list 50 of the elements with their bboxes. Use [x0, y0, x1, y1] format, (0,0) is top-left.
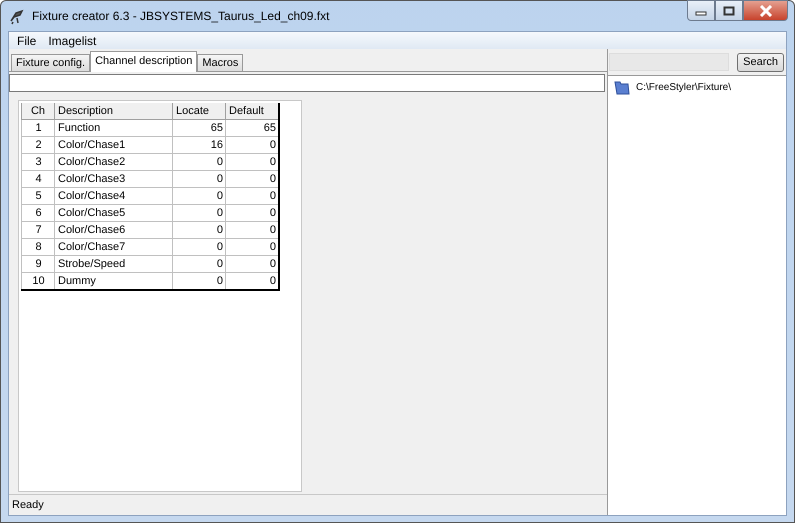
text-field[interactable] [9, 74, 605, 92]
table-cell: 0 [172, 222, 226, 238]
minimize-button[interactable] [687, 0, 715, 21]
folder-icon [614, 80, 630, 95]
table-cell: 0 [172, 170, 226, 188]
table-cell: 0 [172, 204, 226, 222]
table-cell: Color/Chase6 [54, 222, 172, 238]
menu-item[interactable]: Imagelist [42, 34, 102, 48]
app-icon [8, 7, 26, 25]
column-header[interactable]: Default [226, 103, 279, 120]
table-cell: Color/Chase2 [54, 154, 172, 170]
table-cell: Strobe/Speed [54, 256, 172, 272]
table-cell: 10 [22, 272, 54, 290]
table-cell: Color/Chase5 [54, 204, 172, 222]
table-cell: 0 [172, 188, 226, 204]
table-cell: Color/Chase7 [54, 238, 172, 256]
table-cell: 1 [22, 120, 54, 136]
table-cell: 16 [172, 136, 226, 154]
status-text: Ready [9, 494, 607, 515]
search-button[interactable]: Search [737, 52, 784, 72]
table-cell: Function [54, 120, 172, 136]
table-cell: 0 [172, 256, 226, 272]
tab[interactable]: Macros [197, 54, 244, 71]
tab[interactable]: Channel description [90, 51, 198, 72]
tree-item[interactable]: C:\FreeStyler\Fixture\ [636, 82, 732, 93]
table-cell: 9 [22, 256, 54, 272]
menu-item[interactable]: File [11, 34, 42, 48]
table-cell: 4 [22, 170, 54, 188]
table-cell: 7 [22, 222, 54, 238]
column-header[interactable]: Description [54, 103, 172, 120]
tab[interactable]: Fixture config. [11, 54, 90, 71]
column-header[interactable]: Locate [172, 103, 226, 120]
table-cell: 6 [22, 204, 54, 222]
table-cell: 5 [22, 188, 54, 204]
table-cell: Color/Chase1 [54, 136, 172, 154]
close-button[interactable] [743, 0, 788, 21]
maximize-icon [723, 6, 735, 16]
table-cell: 3 [22, 154, 54, 170]
maximize-button[interactable] [715, 0, 743, 21]
table-cell: 8 [22, 238, 54, 256]
table-cell: 0 [172, 154, 226, 170]
table-cell: Color/Chase3 [54, 170, 172, 188]
search-field[interactable] [609, 53, 729, 71]
table-cell: Color/Chase4 [54, 188, 172, 204]
window-title: Fixture creator 6.3 - JBSYSTEMS_Taurus_Led_ch09.fxt [32, 9, 330, 23]
table-cell: 0 [172, 238, 226, 256]
column-header[interactable]: Ch [22, 103, 54, 120]
close-icon [758, 4, 772, 16]
table-cell: 2 [22, 136, 54, 154]
table-cell: 65 [172, 120, 226, 136]
